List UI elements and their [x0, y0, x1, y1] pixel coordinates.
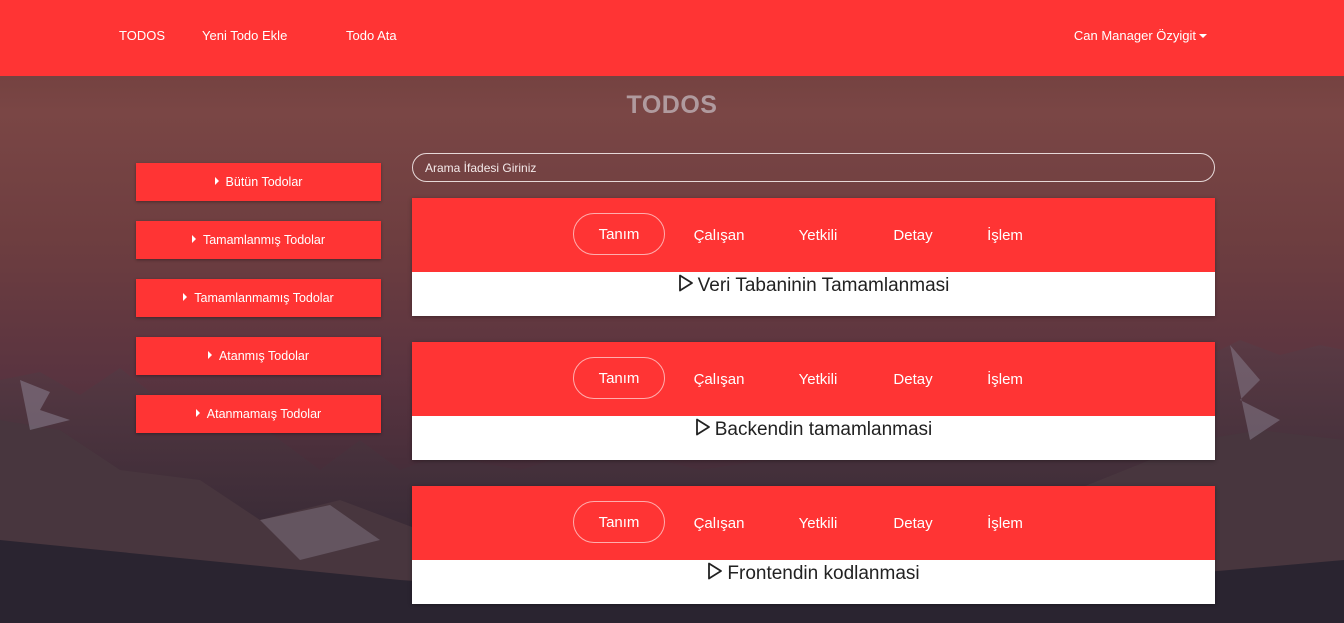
top-navbar: TODOS Yeni Todo Ekle Todo Ata Can Manage…: [0, 0, 1344, 76]
filter-all-button[interactable]: Bütün Todolar: [136, 163, 381, 201]
todo-card-body: Veri Tabaninin Tamamlanmasi: [412, 272, 1215, 316]
tab-employee[interactable]: Çalışan: [684, 342, 754, 416]
caret-right-icon: [195, 408, 200, 417]
filter-incomplete-button[interactable]: Tamamlanmamış Todolar: [136, 279, 381, 317]
play-icon: [678, 274, 693, 292]
todo-card: Tanım Çalışan Yetkili Detay İşlem Fronte…: [412, 486, 1215, 604]
tab-authorized[interactable]: Yetkili: [789, 198, 847, 272]
tab-authorized[interactable]: Yetkili: [789, 342, 847, 416]
search-input[interactable]: [412, 153, 1215, 182]
filter-label: Atanmamaış Todolar: [206, 407, 322, 421]
tab-definition[interactable]: Tanım: [573, 213, 665, 255]
tab-detail[interactable]: Detay: [882, 342, 944, 416]
filter-sidebar: Bütün Todolar Tamamlanmış Todolar Tamaml…: [136, 163, 381, 453]
user-name: Can Manager Özyigit: [1073, 28, 1196, 43]
nav-link-new-todo[interactable]: Yeni Todo Ekle: [202, 28, 287, 43]
todo-card-tabs: Tanım Çalışan Yetkili Detay İşlem: [412, 486, 1215, 560]
tab-action[interactable]: İşlem: [978, 486, 1032, 560]
tab-action[interactable]: İşlem: [978, 342, 1032, 416]
nav-link-todos[interactable]: TODOS: [119, 28, 165, 43]
play-icon: [708, 562, 723, 580]
todo-card-tabs: Tanım Çalışan Yetkili Detay İşlem: [412, 198, 1215, 272]
tab-detail[interactable]: Detay: [882, 486, 944, 560]
tab-employee[interactable]: Çalışan: [684, 198, 754, 272]
tab-authorized[interactable]: Yetkili: [789, 486, 847, 560]
todo-card-tabs: Tanım Çalışan Yetkili Detay İşlem: [412, 342, 1215, 416]
caret-down-icon: [1199, 33, 1207, 38]
tab-definition[interactable]: Tanım: [573, 501, 665, 543]
filter-unassigned-button[interactable]: Atanmamaış Todolar: [136, 395, 381, 433]
filter-label: Bütün Todolar: [225, 175, 303, 189]
tab-detail[interactable]: Detay: [882, 198, 944, 272]
filter-label: Tamamlanmamış Todolar: [194, 291, 334, 305]
caret-right-icon: [191, 234, 196, 243]
filter-label: Tamamlanmış Todolar: [202, 233, 326, 247]
caret-right-icon: [207, 350, 212, 359]
todo-card: Tanım Çalışan Yetkili Detay İşlem Backen…: [412, 342, 1215, 460]
caret-right-icon: [183, 292, 188, 301]
nav-link-assign-todo[interactable]: Todo Ata: [346, 28, 397, 43]
play-icon: [695, 418, 710, 436]
todo-card: Tanım Çalışan Yetkili Detay İşlem Veri T…: [412, 198, 1215, 316]
tab-definition[interactable]: Tanım: [573, 357, 665, 399]
todo-title: Veri Tabaninin Tamamlanmasi: [697, 275, 950, 296]
filter-assigned-button[interactable]: Atanmış Todolar: [136, 337, 381, 375]
filter-label: Atanmış Todolar: [218, 349, 310, 363]
todo-title: Frontendin kodlanmasi: [727, 563, 920, 584]
todo-title: Backendin tamamlanmasi: [714, 419, 933, 440]
tab-action[interactable]: İşlem: [978, 198, 1032, 272]
page-title: TODOS: [626, 91, 718, 119]
caret-right-icon: [214, 176, 219, 185]
filter-completed-button[interactable]: Tamamlanmış Todolar: [136, 221, 381, 259]
todo-card-body: Frontendin kodlanmasi: [412, 560, 1215, 604]
todo-card-body: Backendin tamamlanmasi: [412, 416, 1215, 460]
tab-employee[interactable]: Çalışan: [684, 486, 754, 560]
user-dropdown[interactable]: Can Manager Özyigit: [1074, 28, 1207, 43]
